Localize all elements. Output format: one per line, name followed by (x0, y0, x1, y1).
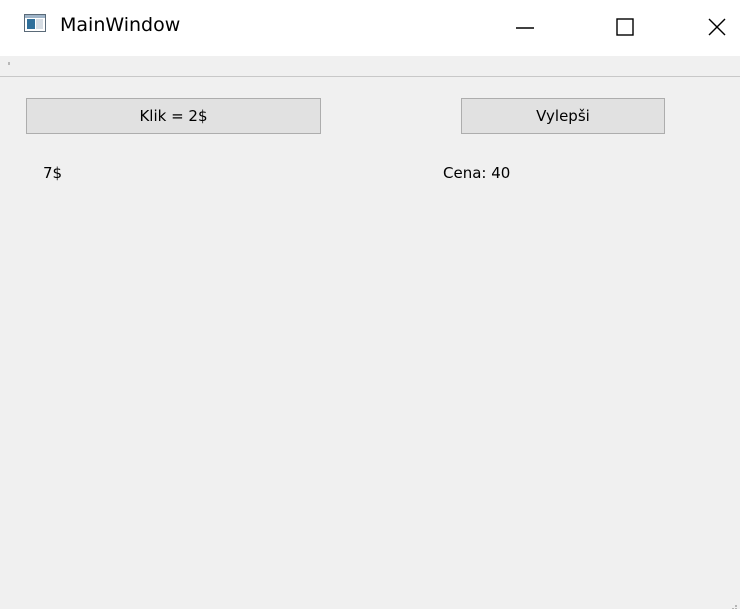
maximize-button[interactable] (602, 0, 648, 56)
upgrade-button[interactable]: Vylepši (461, 98, 665, 134)
central-widget: Klik = 2$ Vylepši 7$ Cena: 40 (0, 77, 740, 609)
window-title: MainWindow (60, 14, 181, 36)
title-bar[interactable]: MainWindow (0, 0, 740, 56)
menu-bar (0, 56, 740, 77)
main-window: MainWindow Klik = 2$ Vylepši 7$ Cena: 40 (0, 0, 740, 609)
money-label: 7$ (43, 164, 63, 182)
click-button[interactable]: Klik = 2$ (26, 98, 321, 134)
toolbar-grip (8, 62, 10, 65)
close-button[interactable] (694, 0, 740, 56)
size-grip[interactable] (728, 597, 738, 609)
minimize-button[interactable] (502, 0, 548, 56)
app-window-icon (24, 14, 46, 32)
price-label: Cena: 40 (443, 164, 511, 182)
